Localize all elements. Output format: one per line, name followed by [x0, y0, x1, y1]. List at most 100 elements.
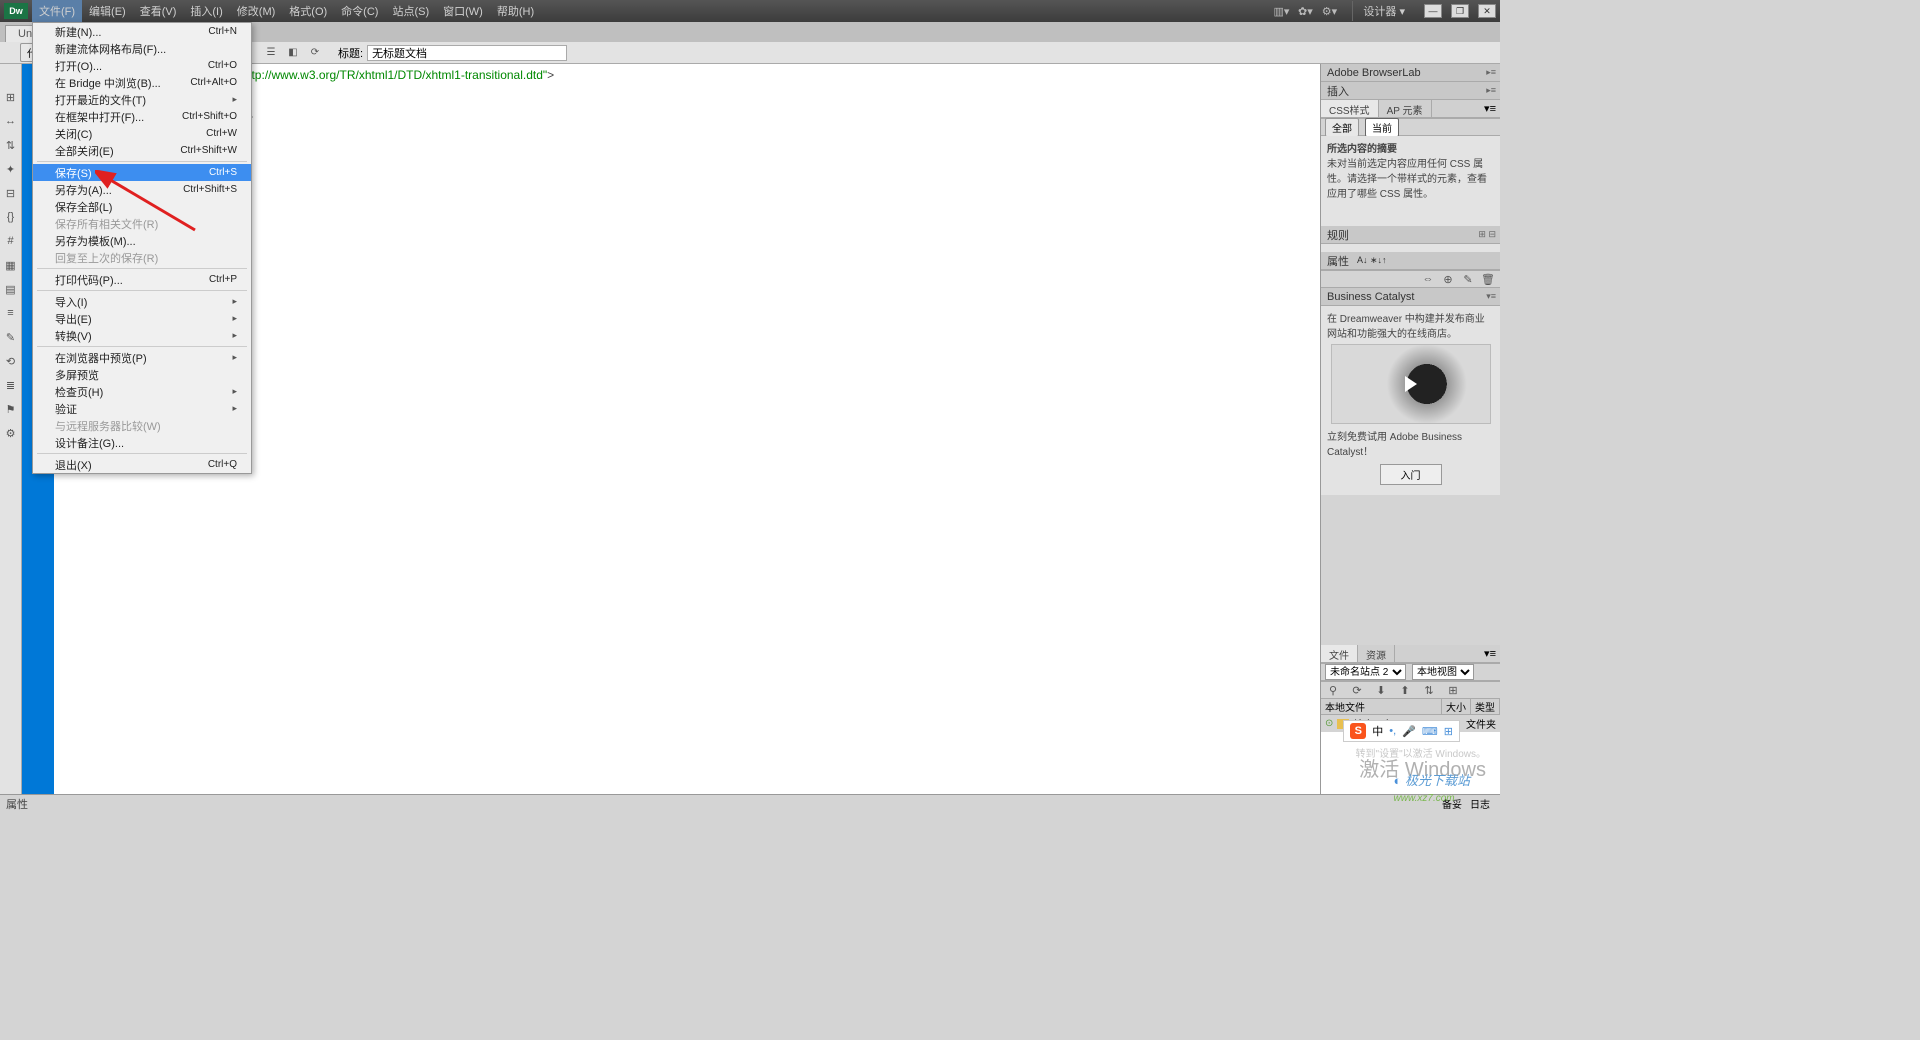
file-menu-item[interactable]: 退出(X)Ctrl+Q [33, 456, 251, 473]
tool-icon[interactable]: ✦ [3, 161, 19, 177]
collapse-icon[interactable]: ▾≡ [1480, 100, 1500, 117]
menu-site[interactable]: 站点(S) [385, 0, 436, 22]
collapse-icon[interactable]: ▾≡ [1480, 645, 1500, 662]
panel-props[interactable]: 属性A↓ ∗↓↑ [1321, 252, 1500, 270]
file-menu-item[interactable]: 新建(N)...Ctrl+N [33, 23, 251, 40]
tool-icon[interactable]: ⊞ [3, 89, 19, 105]
ime-menu-icon[interactable]: ⊞ [1444, 725, 1453, 738]
tool-icon[interactable]: {} [3, 209, 19, 225]
menu-help[interactable]: 帮助(H) [490, 0, 541, 22]
file-menu-item[interactable]: 另存为(A)...Ctrl+Shift+S [33, 181, 251, 198]
bc-video-thumb[interactable] [1331, 344, 1491, 424]
menu-view[interactable]: 查看(V) [133, 0, 184, 22]
tool-icon[interactable]: ≣ [3, 377, 19, 393]
ime-keyboard-icon[interactable]: ⌨ [1422, 725, 1438, 738]
css-summary-text: 未对当前选定内容应用任何 CSS 属性。请选择一个带样式的元素，查看应用了哪些 … [1327, 159, 1487, 200]
file-menu-item: 保存所有相关文件(R) [33, 215, 251, 232]
tool-icon[interactable]: ⟲ [3, 353, 19, 369]
css-current-button[interactable]: 当前 [1365, 118, 1399, 137]
log-label[interactable]: 日志 [1470, 796, 1490, 811]
menu-modify[interactable]: 修改(M) [230, 0, 283, 22]
inspect-icon[interactable]: ◧ [284, 44, 302, 62]
connect-icon[interactable]: ⚲ [1325, 682, 1341, 698]
site-select[interactable]: 未命名站点 2 [1325, 664, 1406, 680]
tool-icon[interactable]: ↔ [3, 113, 19, 129]
maximize-button[interactable]: ❐ [1451, 4, 1469, 18]
tab-files[interactable]: 文件 [1321, 645, 1358, 662]
files-panel-tabs: 文件 资源 ▾≡ [1321, 645, 1500, 663]
file-menu-item[interactable]: 关闭(C)Ctrl+W [33, 125, 251, 142]
file-menu-item[interactable]: 多屏预览 [33, 366, 251, 383]
collapse-icon[interactable]: ▸≡ [1486, 85, 1496, 96]
minimize-button[interactable]: — [1424, 4, 1442, 18]
file-menu-item[interactable]: 转换(V) [33, 327, 251, 344]
file-menu-item[interactable]: 保存全部(L) [33, 198, 251, 215]
tool-icon[interactable]: # [3, 233, 19, 249]
collapse-icon[interactable]: ⊞ ⊟ [1478, 229, 1496, 240]
layout-icon[interactable]: ▥▾ [1272, 2, 1290, 20]
collapse-icon[interactable]: ▸≡ [1486, 67, 1496, 78]
file-menu-item[interactable]: 另存为模板(M)... [33, 232, 251, 249]
file-menu-item[interactable]: 打印代码(P)...Ctrl+P [33, 271, 251, 288]
file-menu-item[interactable]: 在 Bridge 中浏览(B)...Ctrl+Alt+O [33, 74, 251, 91]
get-icon[interactable]: ⬇ [1373, 682, 1389, 698]
css-all-button[interactable]: 全部 [1325, 118, 1359, 137]
link-icon[interactable]: ⇔ [1420, 271, 1436, 287]
menu-insert[interactable]: 插入(I) [183, 0, 229, 22]
bc-start-button[interactable]: 入门 [1380, 464, 1442, 485]
ime-lang[interactable]: 中 [1372, 723, 1383, 739]
tab-css-styles[interactable]: CSS样式 [1321, 100, 1379, 117]
extensions-icon[interactable]: ✿▾ [1296, 2, 1314, 20]
tool-icon[interactable]: ≡ [3, 305, 19, 321]
ime-toolbar[interactable]: S 中 •, 🎤 ⌨ ⊞ [1343, 720, 1460, 742]
menu-window[interactable]: 窗口(W) [436, 0, 490, 22]
tab-assets[interactable]: 资源 [1358, 645, 1395, 662]
tab-ap-elements[interactable]: AP 元素 [1379, 100, 1432, 117]
tool-icon[interactable]: ⚙ [3, 425, 19, 441]
file-menu-item[interactable]: 导出(E) [33, 310, 251, 327]
tool-icon[interactable]: ✎ [3, 329, 19, 345]
file-menu-item[interactable]: 设计备注(G)... [33, 434, 251, 451]
ime-punct-icon[interactable]: •, [1389, 725, 1396, 737]
file-menu-item[interactable]: 保存(S)Ctrl+S [33, 164, 251, 181]
file-menu-item[interactable]: 全部关闭(E)Ctrl+Shift+W [33, 142, 251, 159]
menu-file[interactable]: 文件(F) [32, 0, 82, 22]
file-menu-item[interactable]: 打开最近的文件(T) [33, 91, 251, 108]
title-input[interactable] [367, 45, 567, 61]
tool-icon[interactable]: ⚑ [3, 401, 19, 417]
sync-icon[interactable]: ⇅ [1421, 682, 1437, 698]
file-menu-item[interactable]: 在框架中打开(F)...Ctrl+Shift+O [33, 108, 251, 125]
workspace-switcher[interactable]: 设计器 ▾ [1352, 1, 1415, 21]
menu-edit[interactable]: 编辑(E) [82, 0, 133, 22]
file-menu-item[interactable]: 检查页(H) [33, 383, 251, 400]
panel-insert[interactable]: 插入▸≡ [1321, 82, 1500, 100]
ime-voice-icon[interactable]: 🎤 [1402, 725, 1416, 738]
sync-icon[interactable]: ⚙▾ [1320, 2, 1338, 20]
file-menu-item[interactable]: 导入(I) [33, 293, 251, 310]
refresh-icon[interactable]: ⟳ [306, 44, 324, 62]
expand-icon[interactable]: ⊞ [1445, 682, 1461, 698]
tool-icon[interactable]: ▦ [3, 257, 19, 273]
collapse-icon[interactable]: ▾≡ [1486, 291, 1496, 302]
put-icon[interactable]: ⬆ [1397, 682, 1413, 698]
menu-commands[interactable]: 命令(C) [334, 0, 385, 22]
view-select[interactable]: 本地视图 [1412, 664, 1474, 680]
file-menu-item[interactable]: 在浏览器中预览(P) [33, 349, 251, 366]
delete-icon[interactable]: 🗑 [1480, 271, 1496, 287]
properties-bar[interactable]: 属性 [0, 794, 1500, 812]
live-icon[interactable]: ☰ [262, 44, 280, 62]
file-menu-item[interactable]: 验证 [33, 400, 251, 417]
panel-business-catalyst[interactable]: Business Catalyst▾≡ [1321, 288, 1500, 306]
new-css-icon[interactable]: ⊕ [1440, 271, 1456, 287]
panel-rules[interactable]: 规则⊞ ⊟ [1321, 226, 1500, 244]
tool-icon[interactable]: ⇅ [3, 137, 19, 153]
edit-icon[interactable]: ✎ [1460, 271, 1476, 287]
tool-icon[interactable]: ▤ [3, 281, 19, 297]
tool-icon[interactable]: ⊟ [3, 185, 19, 201]
refresh-icon[interactable]: ⟳ [1349, 682, 1365, 698]
menu-format[interactable]: 格式(O) [282, 0, 334, 22]
file-menu-item[interactable]: 打开(O)...Ctrl+O [33, 57, 251, 74]
panel-browserlab[interactable]: Adobe BrowserLab▸≡ [1321, 64, 1500, 82]
close-button[interactable]: ✕ [1478, 4, 1496, 18]
file-menu-item[interactable]: 新建流体网格布局(F)... [33, 40, 251, 57]
